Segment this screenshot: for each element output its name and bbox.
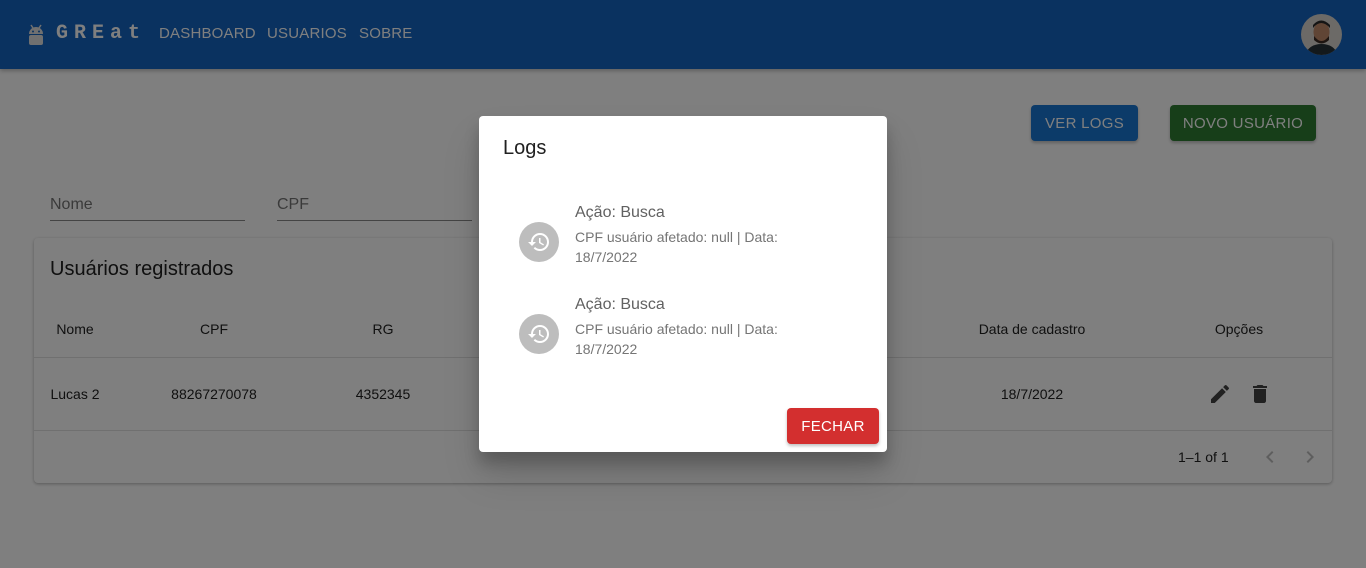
log-action: Ação: Busca <box>575 204 665 221</box>
log-details: CPF usuário afetado: null | Data: 18/7/2… <box>575 321 778 357</box>
dialog-title: Logs <box>503 137 547 159</box>
log-list-item: Ação: Busca CPF usuário afetado: null | … <box>519 204 859 284</box>
log-avatar <box>519 314 559 354</box>
log-details: CPF usuário afetado: null | Data: 18/7/2… <box>575 229 778 265</box>
log-list-item: Ação: Busca CPF usuário afetado: null | … <box>519 296 859 376</box>
log-avatar <box>519 222 559 262</box>
history-icon <box>528 233 549 251</box>
close-button[interactable]: FECHAR <box>787 408 879 444</box>
log-action: Ação: Busca <box>575 296 665 313</box>
logs-dialog: Logs Ação: Busca CPF usuário afetado: nu… <box>479 116 887 452</box>
history-icon <box>528 325 549 343</box>
